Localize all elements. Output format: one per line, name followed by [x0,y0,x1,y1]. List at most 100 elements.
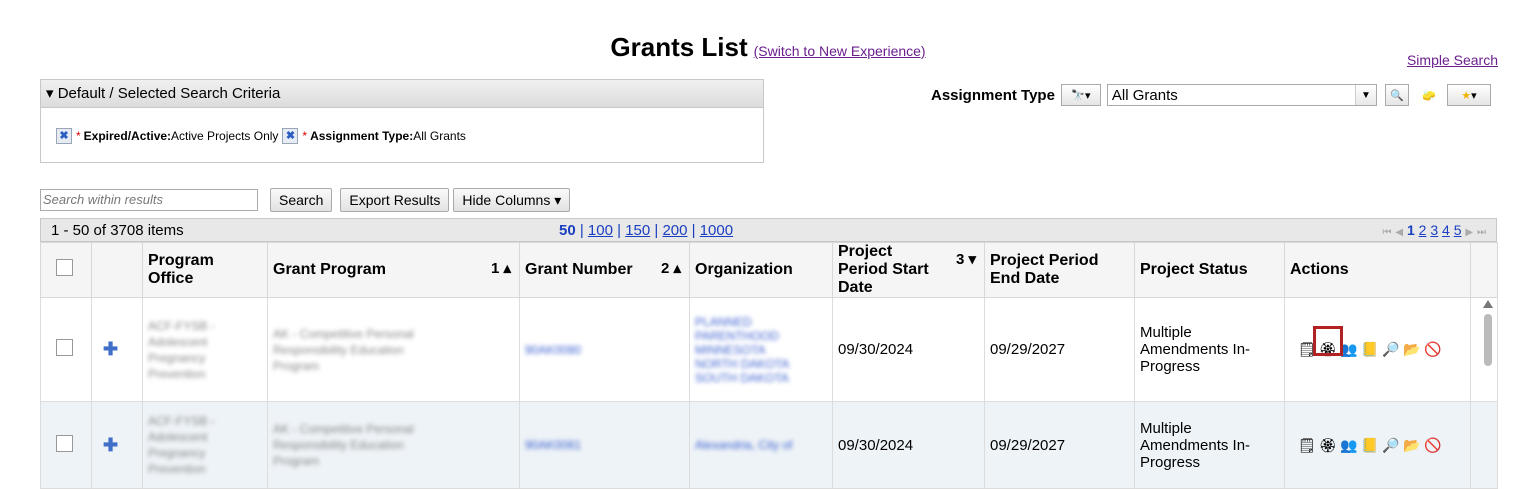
grant-program-cell: AK - Competitive Personal Responsibility … [267,297,520,402]
notes-icon[interactable]: 📒 [1361,437,1378,454]
search-report-icon[interactable]: 🔎 [1382,437,1399,454]
view-document-icon[interactable]: 🗒 [1298,437,1316,454]
redacted-text: AK - Competitive Personal Responsibility … [273,422,414,468]
column-project-status[interactable]: Project Status [1134,242,1285,298]
grant-number-cell: 90AK0080 [519,297,690,402]
title-bar: Grants List (Switch to New Experience) [0,32,1536,63]
criteria-toggle[interactable]: ▾ Default / Selected Search Criteria [41,80,763,108]
scroll-header [1470,242,1498,298]
row-checkbox[interactable] [56,339,73,356]
table-row: ✚ ACF-FYSB - Adolescent Pregnancy Preventio… [40,297,1498,402]
prev-page-icon[interactable]: ◀ [1395,227,1403,238]
binoculars-icon: 🔭 [1071,89,1085,102]
organization-cell: PLANNED PARENTHOOD MINNESOTA NORTH DAKOTA SO… [689,297,833,402]
header-row: Program Office Grant Program 1 ▴ Grant Nu… [40,242,1498,298]
search-toolbar: Search within results Search Export Resu… [40,188,571,212]
items-count: 1 - 50 of 3708 items [51,222,184,239]
row-select-cell [40,297,92,402]
export-results-button[interactable]: Export Results [340,188,450,212]
row-expand-cell: ✚ [91,401,143,489]
search-button[interactable]: Search [270,188,333,212]
amendment-icon[interactable]: 🏵 [1319,437,1337,454]
column-grant-program[interactable]: Grant Program 1 ▴ [267,242,520,298]
favorites-dropdown-button[interactable]: ★ ▾ [1446,84,1491,106]
column-end-date[interactable]: Project Period End Date [984,242,1135,298]
column-organization[interactable]: Organization [689,242,833,298]
search-report-icon[interactable]: 🔎 [1382,341,1399,358]
assignment-type-select[interactable]: All Grants ▼ [1106,84,1377,106]
block-icon[interactable]: 🚫 [1424,341,1441,358]
grant-program-cell: AK - Competitive Personal Responsibility … [267,401,520,489]
program-office-cell: ACF-FYSB - Adolescent Pregnancy Prevention [142,297,268,402]
column-label: Grant Program [273,261,386,278]
expand-header [91,242,143,298]
select-all-header [40,242,92,298]
sort-indicator: 2 ▴ [660,260,681,277]
switch-experience-link[interactable]: (Switch to New Experience) [754,43,926,59]
redacted-text: ACF-FYSB - Adolescent Pregnancy Prevention [148,318,215,381]
program-office-cell: ACF-FYSB - Adolescent Pregnancy Prevention [142,401,268,489]
vertical-scrollbar[interactable] [1479,298,1497,487]
highlight-box [1313,326,1343,356]
status-cell: Multiple Amendments In-Progress [1134,401,1285,489]
criteria-list: ✖ * Expired/Active: Active Projects Only… [41,108,763,144]
end-date-cell: 09/29/2027 [984,297,1135,402]
organization-link[interactable]: Alexandria, City of [695,438,827,452]
page-size-1000[interactable]: 1000 [700,222,733,239]
search-magnifier-button[interactable]: 🔍 [1384,84,1409,106]
page-size-150[interactable]: 150 [625,222,650,239]
select-all-checkbox[interactable] [56,259,73,276]
row-actions: 🗒 🏵 👥 📒 🔎 📂 🚫 [1298,326,1465,358]
column-actions: Actions [1284,242,1471,298]
redacted-text: ACF-FYSB - Adolescent Pregnancy Prevention [148,414,215,476]
page-3[interactable]: 3 [1430,222,1438,238]
assignment-type-controls: Assignment Type 🔭 ▾ All Grants ▼ 🔍 🧽 ★ ▾ [931,84,1491,106]
scroll-thumb[interactable] [1484,314,1492,366]
eraser-button[interactable]: 🧽 [1417,84,1441,106]
search-within-results-input[interactable]: Search within results [40,189,258,211]
column-grant-number[interactable]: Grant Number 2 ▴ [519,242,690,298]
start-date-cell: 09/30/2024 [832,297,985,402]
page-2[interactable]: 2 [1419,222,1427,238]
hide-columns-button[interactable]: Hide Columns ▾ [453,188,571,212]
sort-indicator: 1 ▴ [490,260,511,277]
first-page-icon[interactable]: ⏮ [1382,227,1391,238]
simple-search-link[interactable]: Simple Search [1407,52,1498,68]
notes-icon[interactable]: 📒 [1361,341,1378,358]
required-marker: * [302,129,308,143]
next-page-icon[interactable]: ▶ [1465,227,1473,238]
page-size-200[interactable]: 200 [662,222,687,239]
pager-bar: 1 - 50 of 3708 items 50 | 100 | 150 | 20… [40,218,1497,242]
actions-cell: 🗒 🏵 👥 📒 🔎 📂 🚫 [1284,297,1471,402]
start-date-cell: 09/30/2024 [832,401,985,489]
assignment-type-label: Assignment Type [931,86,1055,104]
grant-number-link[interactable]: 90AK0080 [525,343,684,357]
scroll-up-icon[interactable] [1483,300,1493,308]
grant-number-link[interactable]: 90AK0081 [525,438,684,452]
grant-number-cell: 90AK0081 [519,401,690,489]
grants-table: Program Office Grant Program 1 ▴ Grant Nu… [40,242,1498,489]
page-size-100[interactable]: 100 [588,222,613,239]
expand-plus-icon[interactable]: ✚ [103,339,118,359]
organization-link[interactable]: PLANNED PARENTHOOD MINNESOTA NORTH DAKOTA SO… [695,315,827,385]
row-checkbox[interactable] [56,434,73,452]
remove-criterion-icon[interactable]: ✖ [56,128,72,144]
eraser-icon: 🧽 [1422,89,1436,102]
last-page-icon[interactable]: ⏭ [1477,227,1486,238]
remove-criterion-icon[interactable]: ✖ [282,128,299,144]
chevron-down-icon: ▾ [1471,89,1477,102]
expand-plus-icon[interactable]: ✚ [103,435,118,455]
binoculars-dropdown-button[interactable]: 🔭 ▾ [1060,84,1101,106]
user-money-icon[interactable]: 👥 [1340,437,1357,454]
column-start-date[interactable]: Project Period Start Date 3 ▾ [832,242,985,298]
status-cell: Multiple Amendments In-Progress [1134,297,1285,402]
column-program-office[interactable]: Program Office [142,242,268,298]
actions-cell: 🗒 🏵 👥 📒 🔎 📂 🚫 [1284,401,1471,489]
page-title: Grants List [610,32,748,62]
block-icon[interactable]: 🚫 [1424,437,1441,454]
folder-icon[interactable]: 📂 [1403,437,1420,454]
folder-icon[interactable]: 📂 [1403,341,1420,358]
sort-indicator: 3 ▾ [955,251,976,268]
page-4[interactable]: 4 [1442,222,1450,238]
page-5[interactable]: 5 [1454,222,1462,238]
